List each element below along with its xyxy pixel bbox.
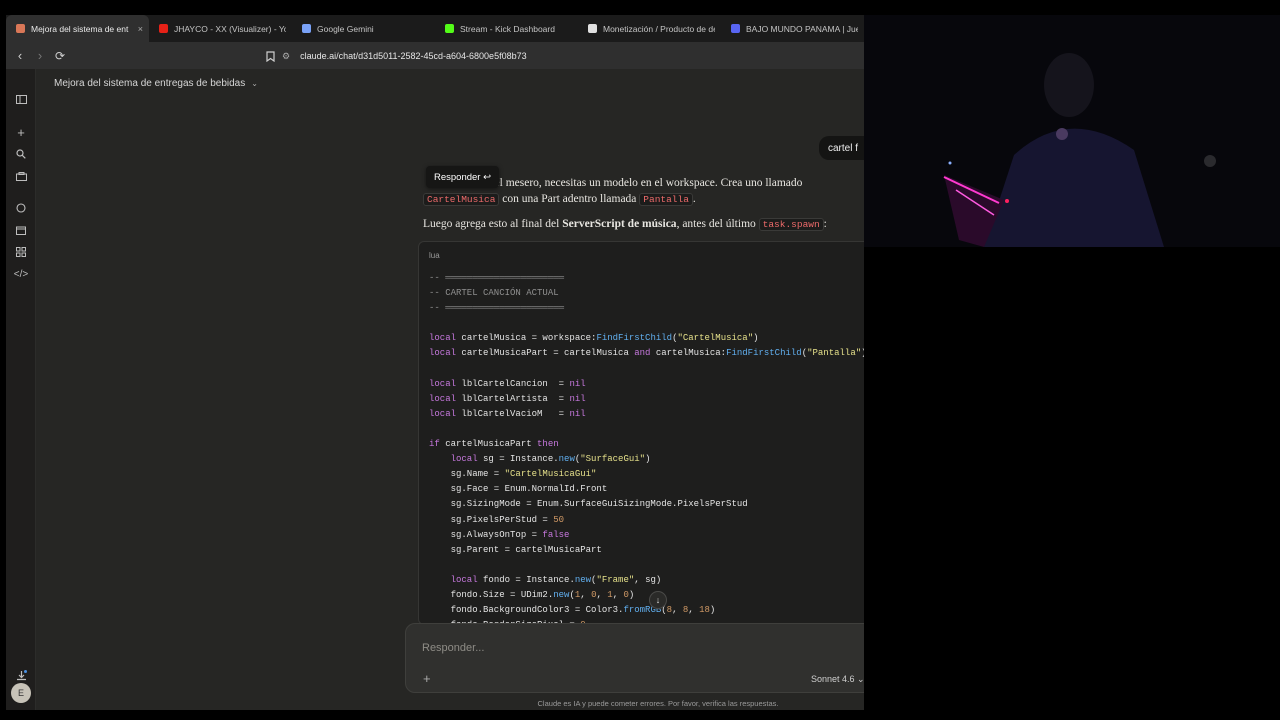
claude-icon <box>16 24 25 33</box>
assistant-paragraph-2: Luego agrega esto al final del ServerScr… <box>423 218 827 231</box>
inline-code-cartelmusica: CartelMusica <box>423 193 500 206</box>
browser-tab[interactable]: Stream - Kick Dashboard <box>435 15 578 42</box>
code-block: lua -- ══════════════════════ -- CARTEL C… <box>418 241 864 625</box>
paragraph-1-text-a: el del mesero, necesitas un modelo en el… <box>477 177 803 189</box>
gemini-icon <box>302 24 311 33</box>
paragraph-2-prefix: Luego agrega esto al final del <box>423 218 560 230</box>
add-attachment-icon[interactable]: + <box>423 671 431 686</box>
code-line: local fondo = Instance.new("Frame", sg) <box>450 574 662 585</box>
discord-icon <box>731 24 740 33</box>
user-message-bubble: cartel f <box>819 136 864 160</box>
tab-title: JHAYCO - XX (Visualizer) - YouT <box>174 23 286 34</box>
code-line: sg.AlwaysOnTop = false <box>429 529 570 540</box>
chevron-down-icon: ⌄ <box>251 79 258 88</box>
claude-sidebar: + </> E <box>6 69 36 710</box>
browser-tab[interactable]: Mejora del sistema de ent × <box>6 15 149 42</box>
chat-title-button[interactable]: Mejora del sistema de entregas de bebida… <box>54 78 258 89</box>
tab-title: Stream - Kick Dashboard <box>460 23 555 34</box>
chats-icon[interactable] <box>13 200 29 216</box>
code-line: local lblCartelCancion = nil <box>429 378 586 389</box>
inline-code-task-spawn: task.spawn <box>758 218 824 231</box>
code-line: sg.Face = Enum.NormalId.Front <box>429 484 608 495</box>
chat-title: Mejora del sistema de entregas de bebida… <box>54 78 246 89</box>
code-line: sg.SizingMode = Enum.SurfaceGuiSizingMod… <box>429 499 748 510</box>
roblox-icon <box>588 24 597 33</box>
url-text: claude.ai/chat/d31d5011-2582-45cd-a604-6… <box>300 51 527 61</box>
code-icon[interactable]: </> <box>13 266 29 282</box>
sidebar-toggle-icon[interactable] <box>13 91 29 107</box>
new-chat-icon[interactable]: + <box>13 124 29 140</box>
artifacts-icon[interactable] <box>13 222 29 238</box>
code-line: if cartelMusicaPart then <box>429 439 559 450</box>
tab-bar: Mejora del sistema de ent × JHAYCO - XX (V… <box>6 15 864 42</box>
paragraph-2-bold: ServerScript de música <box>562 218 677 230</box>
browser-tab[interactable]: Google Gemini <box>292 15 435 42</box>
projects-icon[interactable] <box>13 168 29 184</box>
browser-tab[interactable]: Monetización / Producto de de <box>578 15 721 42</box>
paragraph-2-suffix: : <box>823 218 827 230</box>
apps-icon[interactable] <box>13 244 29 260</box>
download-icon[interactable] <box>13 667 29 683</box>
search-icon[interactable] <box>13 146 29 162</box>
navigation-bar: ‹ › ⟳ ⚙ claude.ai/chat/d31d5011-2582-45c… <box>6 42 864 69</box>
tab-title: Mejora del sistema de ent <box>31 23 129 34</box>
code-line: local lblCartelVacioM = nil <box>429 408 586 419</box>
tab-title: BAJO MUNDO PANAMA | Jueg <box>746 23 858 34</box>
code-line: local lblCartelArtista = nil <box>429 393 586 404</box>
code-line: local sg = Instance.new("SurfaceGui") <box>450 454 651 465</box>
empty-area <box>864 247 1280 720</box>
code-line: local cartelMusica = workspace:FindFirst… <box>429 333 759 344</box>
code-line: fondo.Size = UDim2.new(1, 0, 1, 0) <box>429 589 635 600</box>
kick-icon <box>445 24 454 33</box>
reload-icon[interactable]: ⟳ <box>50 46 70 66</box>
reply-label: Responder ↩ <box>434 171 492 183</box>
browser-window: Mejora del sistema de ent × JHAYCO - XX (V… <box>6 15 864 710</box>
bookmark-icon[interactable] <box>260 46 280 66</box>
youtube-icon <box>159 24 168 33</box>
back-icon[interactable]: ‹ <box>10 46 30 66</box>
paragraph-1-text-b: con una Part adentro llamada <box>502 193 637 205</box>
browser-tab[interactable]: BAJO MUNDO PANAMA | Jueg <box>721 15 864 42</box>
paragraph-2-mid: , antes del último <box>676 218 756 230</box>
disclaimer-text: Claude es IA y puede cometer errores. Po… <box>537 699 779 708</box>
forward-icon[interactable]: › <box>30 46 50 66</box>
site-info-icon[interactable]: ⚙ <box>282 51 290 62</box>
inline-code-pantalla: Pantalla <box>639 193 693 206</box>
code-line: -- ══════════════════════ <box>429 273 565 283</box>
code-line: sg.Parent = cartelMusicaPart <box>429 544 602 555</box>
webcam-overlay <box>864 15 1280 247</box>
code-line: local cartelMusicaPart = cartelMusica an… <box>429 348 864 359</box>
close-icon[interactable]: × <box>138 24 143 34</box>
code-line: sg.PixelsPerStud = 50 <box>429 514 565 525</box>
message-composer[interactable]: Responder... + Sonnet 4.6 ⌄ <box>405 623 864 693</box>
message-input[interactable]: Responder... <box>422 642 484 654</box>
address-bar[interactable]: ⚙ claude.ai/chat/d31d5011-2582-45cd-a604… <box>282 47 842 65</box>
code-line: fondo.BackgroundColor3 = Color3.fromRGB(… <box>429 605 716 616</box>
code-content: -- ══════════════════════ -- CARTEL CANCI… <box>429 271 864 624</box>
tab-title: Google Gemini <box>317 23 374 34</box>
scroll-to-bottom-icon[interactable]: ↓ <box>649 591 667 609</box>
code-line: -- ══════════════════════ <box>429 303 565 314</box>
tab-title: Monetización / Producto de de <box>603 23 715 34</box>
code-line: -- CARTEL CANCIÓN ACTUAL <box>429 288 559 299</box>
assistant-paragraph-1-line-2: CartelMusica con una Part adentro llamad… <box>423 193 696 206</box>
avatar[interactable]: E <box>11 683 31 703</box>
code-line: sg.Name = "CartelMusicaGui" <box>429 469 597 480</box>
webcam-image <box>864 15 1280 247</box>
model-selector[interactable]: Sonnet 4.6 ⌄ <box>811 674 864 685</box>
browser-tab[interactable]: JHAYCO - XX (Visualizer) - YouT <box>149 15 292 42</box>
reply-button[interactable]: Responder ↩ <box>426 166 500 188</box>
code-language-label: lua <box>429 251 440 260</box>
user-message-text: cartel f <box>828 142 859 154</box>
